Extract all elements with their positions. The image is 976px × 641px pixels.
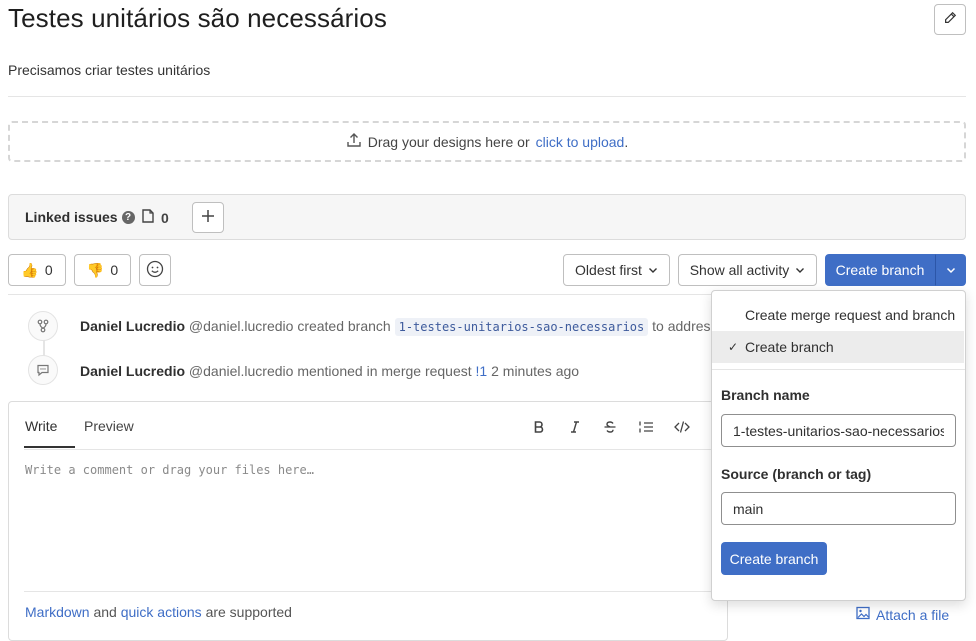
option-create-branch[interactable]: ✓ Create branch <box>712 331 964 363</box>
activity-author[interactable]: Daniel Lucredio <box>80 363 185 379</box>
activity-handle[interactable]: @daniel.lucredio <box>189 318 294 334</box>
bold-icon[interactable] <box>528 416 550 438</box>
pencil-icon <box>943 11 957 28</box>
activity-action: mentioned in merge request <box>297 363 472 379</box>
linked-issues-label: Linked issues <box>25 209 118 225</box>
branch-name-link[interactable]: 1-testes-unitarios-sao-necessarios <box>394 318 649 336</box>
branch-name-label: Branch name <box>721 387 810 403</box>
markdown-note: Markdown and quick actions are supported <box>25 604 292 620</box>
thumbs-down-button[interactable]: 👎 0 <box>74 254 131 286</box>
tab-write[interactable]: Write <box>25 418 57 434</box>
activity-item: Daniel Lucredio @daniel.lucredio created… <box>80 318 733 336</box>
chevron-down-icon <box>946 262 956 278</box>
thumbs-up-icon: 👍 <box>21 261 39 278</box>
source-input[interactable] <box>721 492 956 525</box>
code-icon[interactable] <box>671 416 693 438</box>
linked-issues-count-value: 0 <box>161 209 169 226</box>
activity-item: Daniel Lucredio @daniel.lucredio mention… <box>80 363 579 379</box>
design-dropzone[interactable]: Drag your designs here or click to uploa… <box>8 121 966 162</box>
smiley-icon <box>146 260 164 281</box>
divider <box>8 96 966 97</box>
thumbs-down-count: 0 <box>110 262 119 278</box>
strikethrough-icon[interactable] <box>599 416 621 438</box>
create-branch-button[interactable]: Create branch <box>825 254 935 286</box>
dropzone-text: Drag your designs here or <box>367 133 530 150</box>
merge-request-link[interactable]: !1 <box>476 363 488 379</box>
issue-title: Testes unitários são necessários <box>8 3 387 33</box>
dropzone-suffix: . <box>624 133 629 150</box>
activity-filter-dropdown[interactable]: Show all activity <box>678 254 817 286</box>
divider <box>24 449 728 450</box>
branch-name-input[interactable] <box>721 414 956 447</box>
attach-file-label: Attach a file <box>876 606 950 623</box>
chevron-down-icon <box>648 262 658 278</box>
option-create-branch-label: Create branch <box>745 339 834 355</box>
linked-issues-card: Linked issues ? 0 <box>8 194 966 240</box>
markdown-note-and: and <box>93 604 117 620</box>
thumbs-down-icon: 👎 <box>86 261 105 278</box>
issue-description: Precisamos criar testes unitários <box>8 62 211 78</box>
markdown-note-supported: are supported <box>205 604 292 620</box>
activity-author[interactable]: Daniel Lucredio <box>80 318 185 334</box>
linked-issues-count: 0 <box>141 208 169 227</box>
option-create-merge-request-and-branch[interactable]: Create merge request and branch <box>712 299 964 331</box>
ordered-list-icon[interactable] <box>635 416 657 438</box>
chevron-down-icon <box>795 262 805 278</box>
activity-time: 2 minutes ago <box>491 363 580 379</box>
sort-label: Oldest first <box>575 262 642 278</box>
help-icon[interactable]: ? <box>121 210 135 224</box>
attach-file-button[interactable]: Attach a file <box>856 606 949 623</box>
comment-icon <box>28 355 58 385</box>
thumbs-up-button[interactable]: 👍 0 <box>8 254 66 286</box>
divider <box>24 591 728 592</box>
branch-icon <box>28 311 58 341</box>
upload-icon <box>346 132 362 151</box>
italic-icon[interactable] <box>564 416 586 438</box>
linked-issues-title: Linked issues ? <box>25 209 135 225</box>
create-branch-submit-button[interactable]: Create branch <box>721 542 827 575</box>
edit-title-button[interactable] <box>934 4 966 35</box>
activity-action: created branch <box>297 318 391 334</box>
add-linked-issue-button[interactable] <box>192 202 224 233</box>
active-tab-indicator <box>24 446 75 448</box>
add-reaction-button[interactable] <box>139 254 171 286</box>
comment-textarea[interactable]: Write a comment or drag your files here… <box>25 463 314 477</box>
activity-handle[interactable]: @daniel.lucredio <box>189 363 294 379</box>
divider <box>712 369 965 370</box>
tab-preview[interactable]: Preview <box>84 418 134 434</box>
check-icon: ✓ <box>728 340 739 354</box>
click-to-upload-link[interactable]: click to upload <box>536 134 625 150</box>
activity-filter-label: Show all activity <box>689 262 790 278</box>
plus-icon <box>201 206 215 229</box>
sort-dropdown[interactable]: Oldest first <box>563 254 670 286</box>
thumbs-up-count: 0 <box>44 262 53 278</box>
issues-icon <box>141 208 155 227</box>
source-label: Source (branch or tag) <box>721 466 872 482</box>
quick-actions-link[interactable]: quick actions <box>121 604 202 620</box>
markdown-link[interactable]: Markdown <box>25 604 90 620</box>
image-icon <box>856 606 870 623</box>
create-branch-toggle[interactable] <box>935 254 966 286</box>
